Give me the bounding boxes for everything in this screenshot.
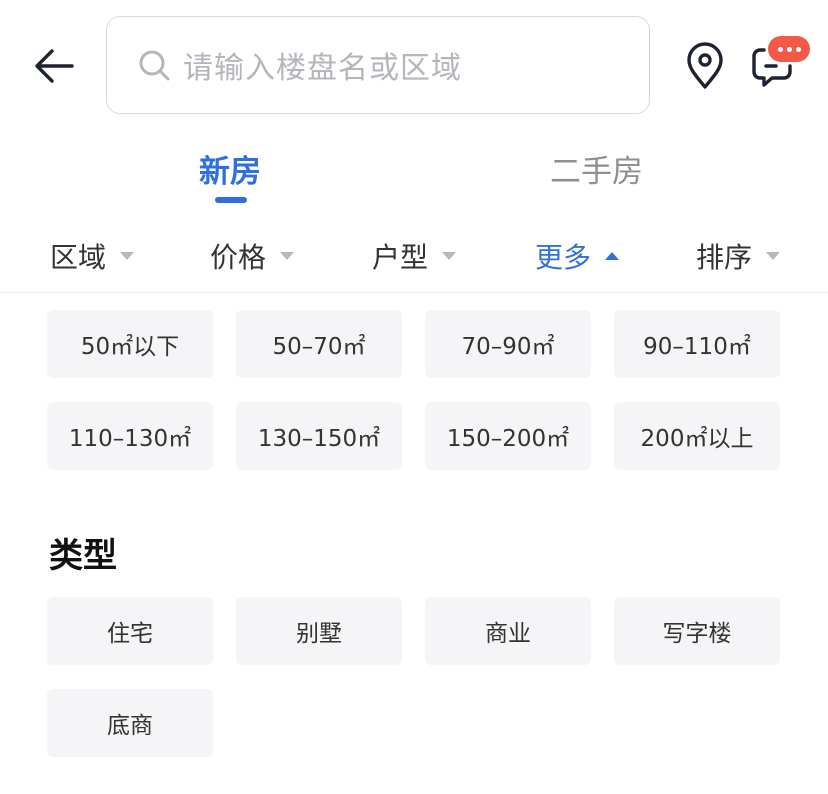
type-section-title: 类型 (49, 536, 117, 576)
filter-divider (0, 292, 828, 293)
filter-more[interactable]: 更多 (535, 236, 620, 276)
area-option[interactable]: 70–90㎡ (425, 310, 591, 378)
location-pin-icon (687, 42, 723, 89)
filter-layout-label: 户型 (372, 241, 429, 274)
back-arrow-icon (35, 49, 74, 83)
filter-area[interactable]: 区域 (50, 236, 135, 276)
caret-down-icon (120, 252, 135, 260)
tab-new-house[interactable]: 新房 (199, 146, 261, 191)
area-option[interactable]: 200㎡以上 (614, 402, 780, 470)
type-option[interactable]: 写字楼 (614, 597, 780, 665)
type-option[interactable]: 商业 (425, 597, 591, 665)
filter-page: 请输入楼盘名或区域 新房 二手房 区域 价格 户型 更多 排序 50㎡以下 50… (0, 0, 828, 794)
caret-up-icon (605, 252, 620, 260)
filter-more-label: 更多 (535, 241, 592, 274)
area-option[interactable]: 90–110㎡ (614, 310, 780, 378)
search-icon (139, 50, 170, 81)
search-input[interactable]: 请输入楼盘名或区域 (106, 16, 650, 114)
filter-sort[interactable]: 排序 (696, 236, 781, 276)
type-option[interactable]: 底商 (47, 689, 213, 757)
filter-price-label: 价格 (210, 241, 267, 274)
type-option[interactable]: 住宅 (47, 597, 213, 665)
caret-down-icon (442, 252, 457, 260)
tab-second-hand-house[interactable]: 二手房 (550, 146, 643, 191)
search-placeholder: 请输入楼盘名或区域 (183, 51, 462, 86)
area-option[interactable]: 50㎡以下 (47, 310, 213, 378)
tab-active-indicator (215, 197, 247, 203)
caret-down-icon (280, 252, 295, 260)
filter-area-label: 区域 (50, 241, 107, 274)
unread-badge (768, 36, 810, 62)
location-button[interactable] (684, 42, 726, 90)
area-option[interactable]: 50–70㎡ (236, 310, 402, 378)
back-button[interactable] (30, 42, 78, 90)
area-option[interactable]: 150–200㎡ (425, 402, 591, 470)
area-option[interactable]: 130–150㎡ (236, 402, 402, 470)
type-option[interactable]: 别墅 (236, 597, 402, 665)
area-option[interactable]: 110–130㎡ (47, 402, 213, 470)
caret-down-icon (766, 252, 781, 260)
filter-sort-label: 排序 (696, 241, 753, 274)
filter-layout[interactable]: 户型 (372, 236, 457, 276)
filter-price[interactable]: 价格 (210, 236, 295, 276)
